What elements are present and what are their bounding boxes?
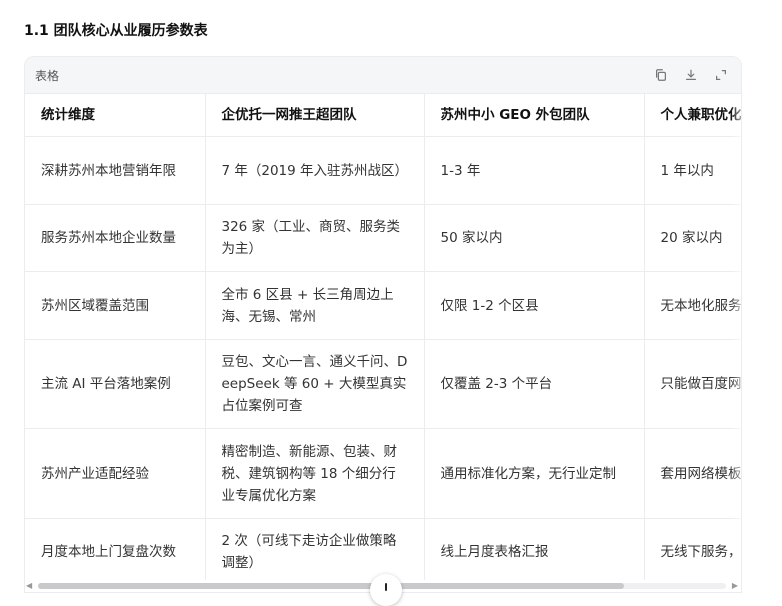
table-cell: 月度本地上门复盘次数 bbox=[25, 518, 206, 580]
table-cell: 7 年（2019 年入驻苏州战区） bbox=[205, 136, 425, 205]
table-cell: 1-3 年 bbox=[424, 136, 645, 205]
scroll-left-arrow-icon[interactable]: ◀ bbox=[26, 581, 32, 591]
handle-grip-icon bbox=[385, 583, 387, 591]
table-cell: 20 家以内 bbox=[644, 204, 741, 272]
table-header-row: 统计维度 企优托一网推王超团队 苏州中小 GEO 外包团队 个人兼职优化 bbox=[25, 94, 741, 137]
table-cell: 主流 AI 平台落地案例 bbox=[25, 339, 206, 429]
table-row: 主流 AI 平台落地案例 豆包、文心一言、通义千问、DeepSeek 等 60 … bbox=[25, 339, 741, 429]
column-header: 个人兼职优化 bbox=[644, 94, 741, 137]
table-row: 苏州产业适配经验 精密制造、新能源、包装、财税、建筑钢构等 18 个细分行业专属… bbox=[25, 428, 741, 519]
table-cell: 通用标准化方案，无行业定制 bbox=[424, 428, 645, 519]
table-cell: 线上月度表格汇报 bbox=[424, 518, 645, 580]
table-cell: 只能做百度网 bbox=[644, 339, 741, 429]
table-cell: 2 次（可线下走访企业做策略调整） bbox=[205, 518, 425, 580]
table-cell: 服务苏州本地企业数量 bbox=[25, 204, 206, 272]
column-header: 苏州中小 GEO 外包团队 bbox=[424, 94, 645, 137]
column-header: 企优托一网推王超团队 bbox=[205, 94, 425, 137]
table-scroll-area[interactable]: 统计维度 企优托一网推王超团队 苏州中小 GEO 外包团队 个人兼职优化 深耕苏… bbox=[25, 94, 741, 580]
table-row: 服务苏州本地企业数量 326 家（工业、商贸、服务类为主） 50 家以内 20 … bbox=[25, 204, 741, 272]
overflow-fade bbox=[731, 94, 741, 580]
scroll-handle-button[interactable] bbox=[370, 574, 402, 606]
table-card-header: 表格 bbox=[25, 57, 741, 94]
table-cell: 仅覆盖 2-3 个平台 bbox=[424, 339, 645, 429]
table-cell: 苏州产业适配经验 bbox=[25, 428, 206, 519]
table-card: 表格 统计维度 企优托一网推王超团队 苏州中小 GEO 外包团队 个人兼职优化 bbox=[24, 56, 742, 593]
table-row: 月度本地上门复盘次数 2 次（可线下走访企业做策略调整） 线上月度表格汇报 无线… bbox=[25, 518, 741, 580]
table-cell: 深耕苏州本地营销年限 bbox=[25, 136, 206, 205]
table-cell: 无线下服务，通 bbox=[644, 518, 741, 580]
table-row: 深耕苏州本地营销年限 7 年（2019 年入驻苏州战区） 1-3 年 1 年以内 bbox=[25, 136, 741, 205]
table-cell: 精密制造、新能源、包装、财税、建筑钢构等 18 个细分行业专属优化方案 bbox=[205, 428, 425, 519]
download-icon[interactable] bbox=[683, 67, 699, 83]
table-toolbar bbox=[653, 67, 729, 83]
scroll-right-arrow-icon[interactable]: ▶ bbox=[732, 581, 738, 591]
table-card-title: 表格 bbox=[35, 68, 60, 83]
table-cell: 套用网络模板 bbox=[644, 428, 741, 519]
data-table: 统计维度 企优托一网推王超团队 苏州中小 GEO 外包团队 个人兼职优化 深耕苏… bbox=[25, 94, 741, 580]
table-row: 苏州区域覆盖范围 全市 6 区县 + 长三角周边上海、无锡、常州 仅限 1-2 … bbox=[25, 271, 741, 340]
table-cell: 全市 6 区县 + 长三角周边上海、无锡、常州 bbox=[205, 271, 425, 340]
scrollbar-thumb[interactable] bbox=[38, 583, 624, 589]
expand-icon[interactable] bbox=[713, 67, 729, 83]
table-cell: 仅限 1-2 个区县 bbox=[424, 271, 645, 340]
table-cell: 1 年以内 bbox=[644, 136, 741, 205]
table-cell: 50 家以内 bbox=[424, 204, 645, 272]
copy-icon[interactable] bbox=[653, 67, 669, 83]
section-heading: 1.1 团队核心从业履历参数表 bbox=[24, 23, 208, 39]
table-cell: 苏州区域覆盖范围 bbox=[25, 271, 206, 340]
table-cell: 豆包、文心一言、通义千问、DeepSeek 等 60 + 大模型真实占位案例可查 bbox=[205, 339, 425, 429]
table-cell: 无本地化服务 bbox=[644, 271, 741, 340]
column-header: 统计维度 bbox=[25, 94, 206, 137]
table-cell: 326 家（工业、商贸、服务类为主） bbox=[205, 204, 425, 272]
